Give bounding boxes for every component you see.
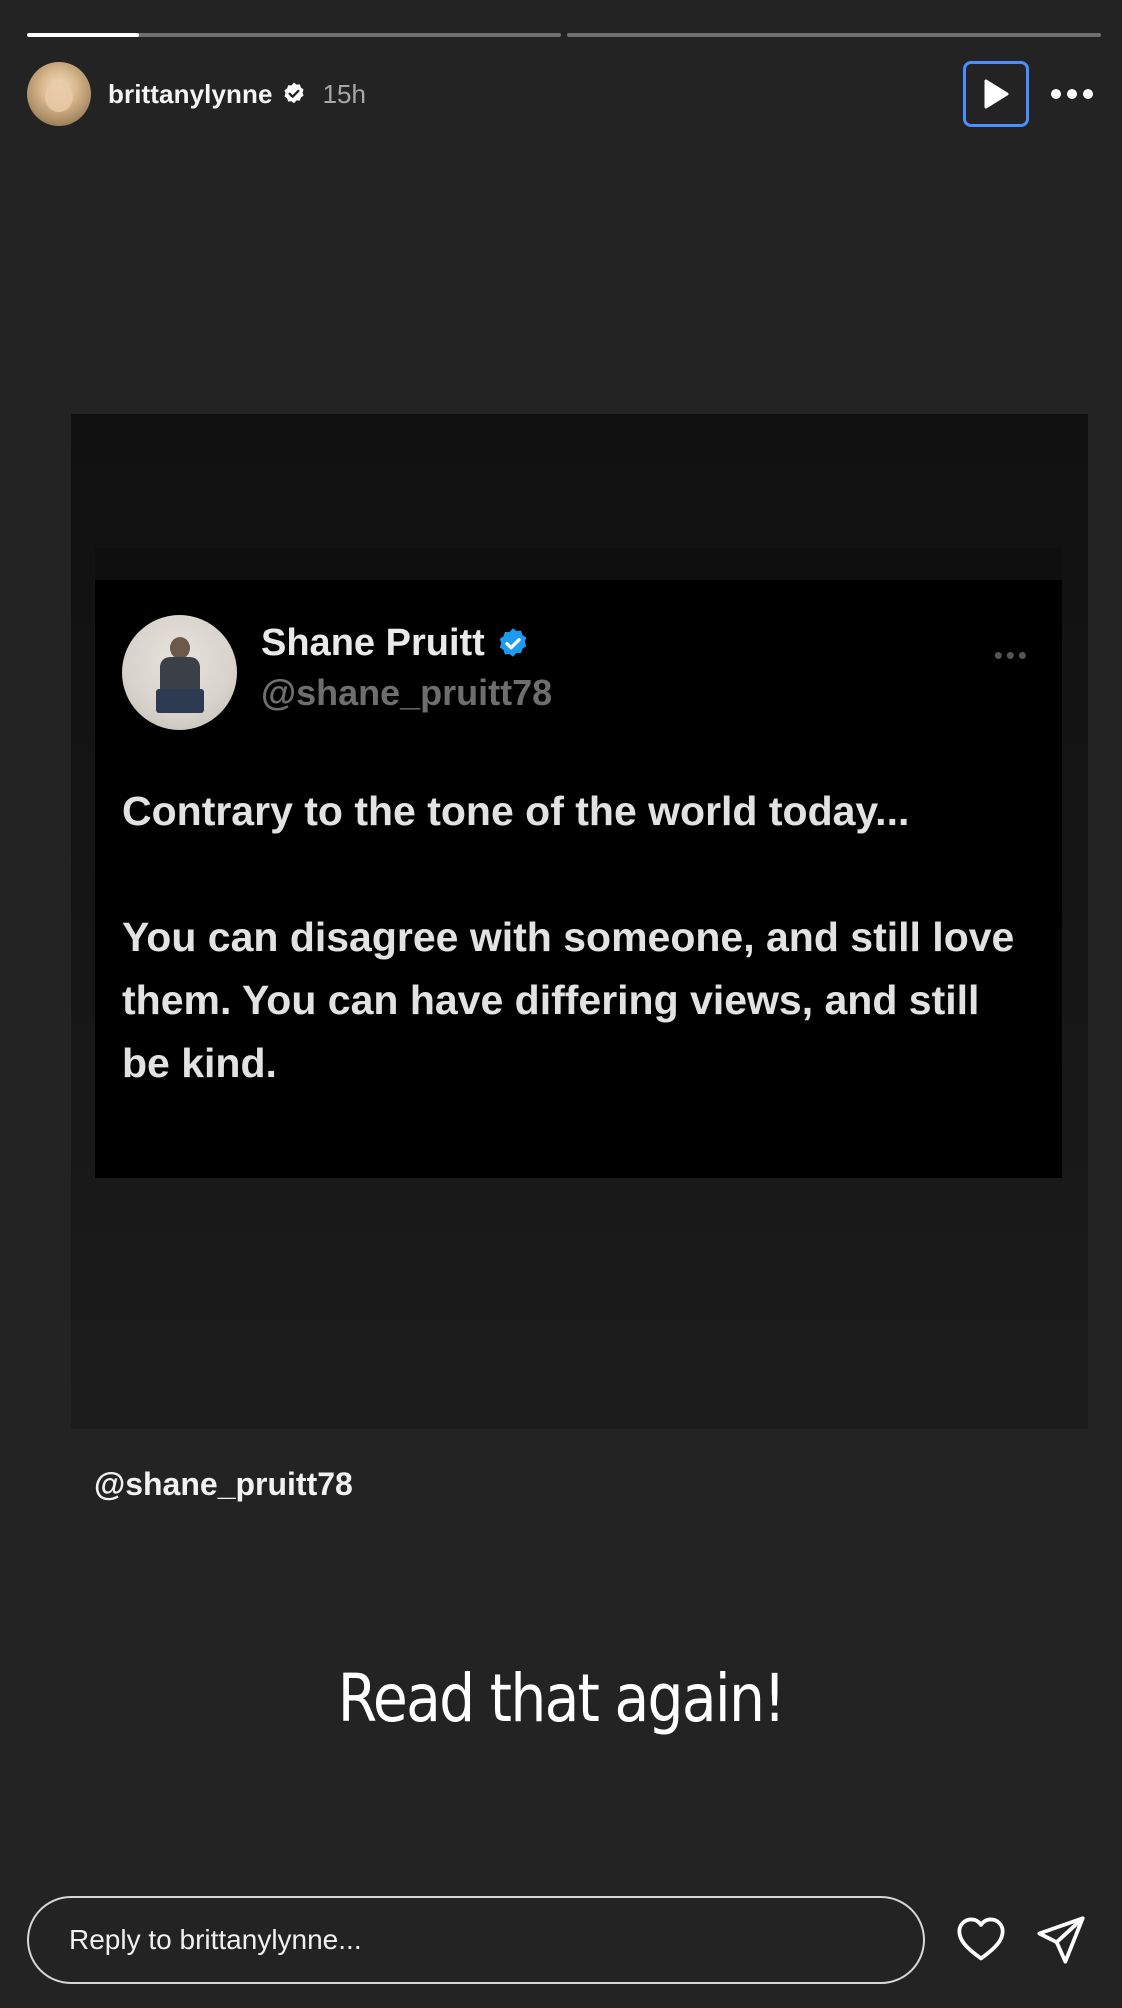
mention-sticker[interactable]: @shane_pruitt78	[94, 1466, 353, 1503]
progress-segment-2	[567, 33, 1101, 37]
heart-icon	[957, 1917, 1005, 1961]
shared-post-frame[interactable]: Shane Pruitt @shane_pruitt78 ••• Contrar…	[71, 414, 1088, 1429]
tweet-author-handle: @shane_pruitt78	[261, 672, 553, 713]
tweet-author-name-text: Shane Pruitt	[261, 622, 485, 664]
progress-fill-1	[27, 33, 140, 37]
tweet-body: Contrary to the tone of the world today.…	[122, 780, 1032, 1095]
tweet-paragraph-1: Contrary to the tone of the world today.…	[122, 788, 910, 834]
story-caption: Read that again!	[337, 1660, 786, 1737]
avatar-figure-body	[160, 657, 200, 693]
avatar[interactable]	[27, 62, 91, 126]
story-viewer: brittanylynne 15h Shane Pruitt @shane_pr…	[0, 0, 1122, 2008]
username[interactable]: brittanylynne	[108, 79, 273, 110]
tweet-card: Shane Pruitt @shane_pruitt78 ••• Contrar…	[95, 548, 1062, 1178]
share-button[interactable]	[1035, 1914, 1087, 1966]
post-time: 15h	[322, 78, 366, 109]
verified-icon	[499, 627, 527, 657]
tweet-paragraph-2: You can disagree with someone, and still…	[122, 914, 1015, 1086]
tweet-more-icon: •••	[993, 640, 1030, 670]
like-button[interactable]	[955, 1914, 1007, 1966]
more-horizontal-icon	[1051, 89, 1093, 99]
avatar-figure-legs	[156, 689, 204, 713]
tweet-author-name: Shane Pruitt	[261, 622, 531, 665]
story-header: brittanylynne 15h	[27, 61, 1101, 127]
send-icon	[1037, 1916, 1085, 1964]
verified-icon	[284, 82, 304, 104]
play-icon	[984, 79, 1009, 109]
progress-segment-1	[27, 33, 561, 37]
play-button[interactable]	[963, 61, 1029, 127]
avatar-figure-head	[170, 637, 190, 659]
tweet-author-avatar	[122, 615, 237, 730]
more-options-button[interactable]	[1043, 65, 1101, 123]
story-progress	[27, 33, 1101, 37]
reply-input[interactable]	[27, 1896, 925, 1984]
